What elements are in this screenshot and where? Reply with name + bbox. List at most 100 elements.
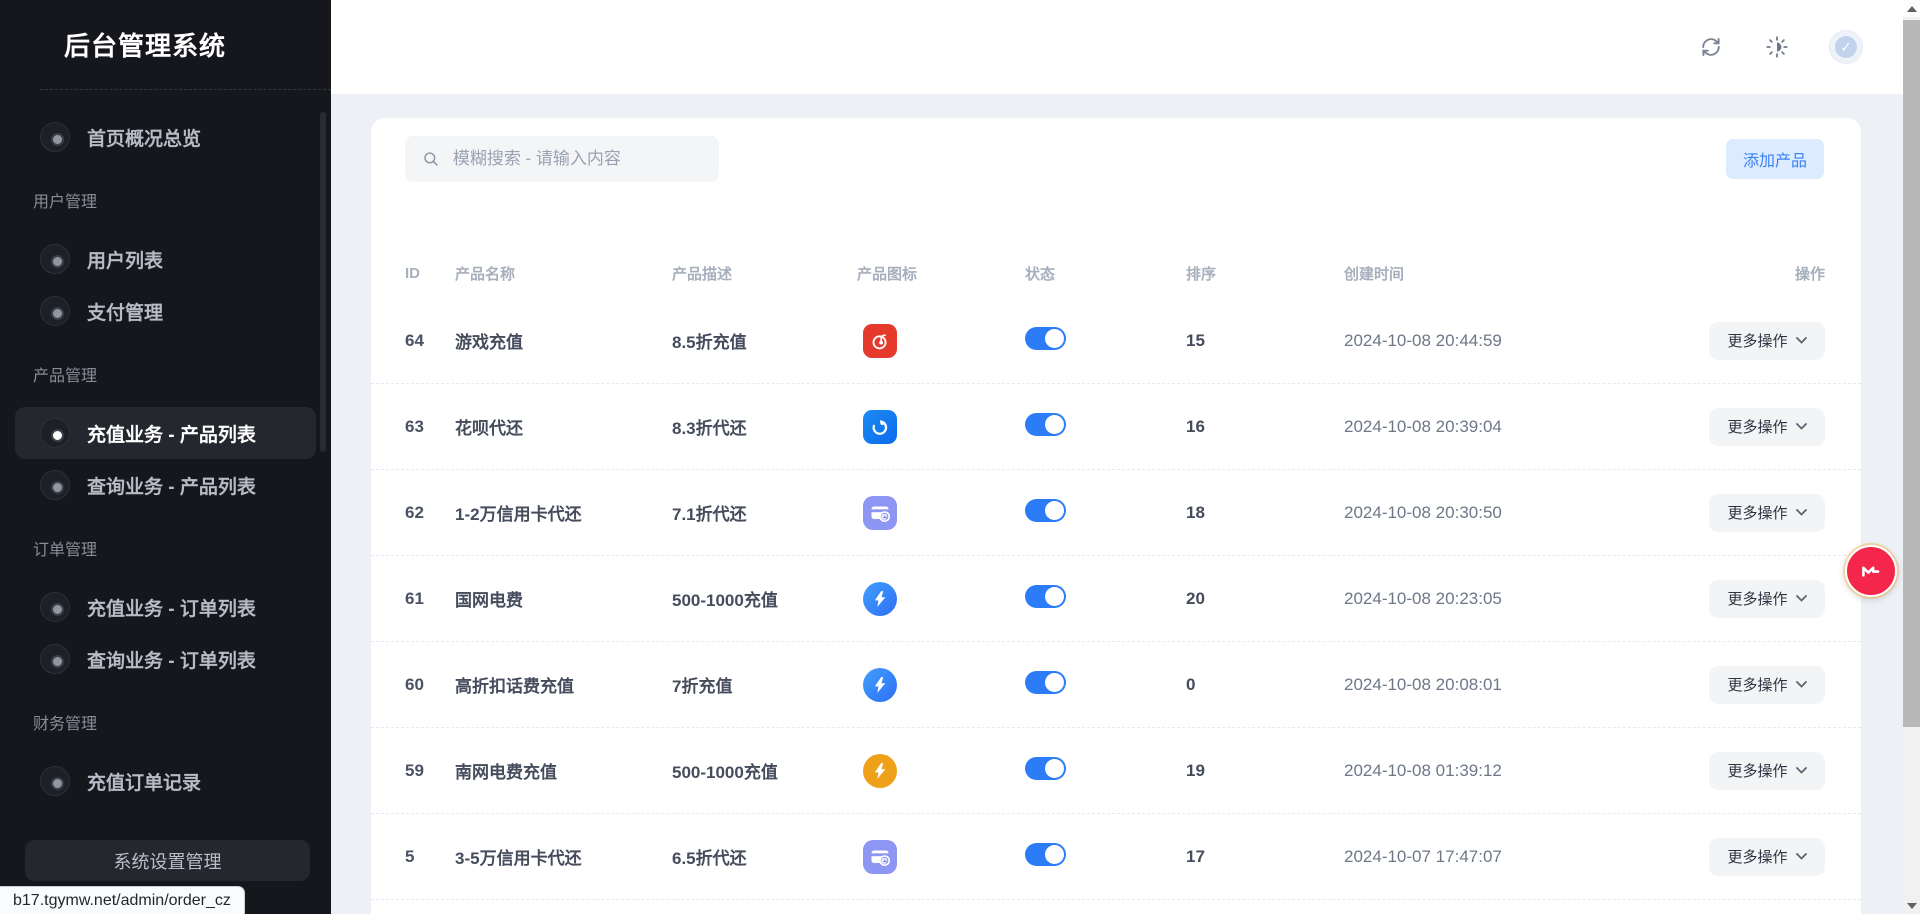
sidebar-item-label: 用户列表 (87, 246, 163, 273)
status-toggle[interactable] (1025, 671, 1066, 694)
table-body: 64 游戏充值 8.5折充值 15 2024-10-08 20:44:59 更多… (371, 298, 1861, 900)
divider (40, 89, 331, 90)
more-actions-label: 更多操作 (1727, 846, 1787, 867)
statusbar-url: b17.tgymw.net/admin/order_cz (0, 886, 245, 914)
section-label-users: 用户管理 (15, 193, 316, 213)
more-actions-button[interactable]: 更多操作 (1709, 322, 1825, 360)
content-card: 添加产品 ID 产品名称 产品描述 产品图标 状态 排序 创建时间 操作 64 … (371, 118, 1861, 914)
section-label-orders: 订单管理 (15, 541, 316, 561)
sidebar-item-query-products[interactable]: 查询业务 - 产品列表 (15, 459, 316, 511)
disc-icon (40, 122, 70, 152)
created-time: 2024-10-08 20:23:05 (1344, 589, 1644, 609)
table-row: 59 南网电费充值 500-1000充值 19 2024-10-08 01:39… (371, 728, 1861, 814)
col-id: ID (405, 265, 455, 282)
more-actions-label: 更多操作 (1727, 416, 1787, 437)
scrollbar-thumb[interactable] (1903, 20, 1920, 727)
check-icon: ✓ (1835, 36, 1857, 58)
sidebar-item-label: 充值订单记录 (87, 768, 201, 795)
more-actions-button[interactable]: 更多操作 (1709, 838, 1825, 876)
product-desc: 8.5折充值 (672, 328, 857, 353)
status-toggle[interactable] (1025, 327, 1066, 350)
product-desc: 500-1000充值 (672, 586, 857, 611)
disc-icon (40, 470, 70, 500)
theme-toggle-icon[interactable] (1763, 33, 1791, 61)
sidebar-item-label: 查询业务 - 订单列表 (87, 646, 256, 673)
sidebar-item-label: 充值业务 - 订单列表 (87, 594, 256, 621)
status-toggle[interactable] (1025, 499, 1066, 522)
chevron-down-icon (1796, 767, 1807, 774)
chevron-down-icon (1796, 681, 1807, 688)
row-id: 62 (405, 503, 455, 523)
section-label-products: 产品管理 (15, 367, 316, 387)
app-title: 后台管理系统 (0, 0, 331, 63)
row-id: 59 (405, 761, 455, 781)
bolt-orange-icon (863, 754, 897, 788)
sidebar-item-label: 查询业务 - 产品列表 (87, 472, 256, 499)
scroll-down-arrow[interactable] (1903, 897, 1920, 914)
row-id: 60 (405, 675, 455, 695)
created-time: 2024-10-08 20:08:01 (1344, 675, 1644, 695)
search-box (405, 136, 719, 182)
credit-card-icon (863, 496, 897, 530)
add-product-button[interactable]: 添加产品 (1726, 139, 1824, 179)
sidebar-item-label: 首页概况总览 (87, 124, 201, 151)
row-id: 61 (405, 589, 455, 609)
row-id: 5 (405, 847, 455, 867)
status-toggle[interactable] (1025, 757, 1066, 780)
huabei-icon (863, 410, 897, 444)
status-toggle[interactable] (1025, 585, 1066, 608)
refresh-icon[interactable] (1697, 33, 1725, 61)
disc-icon (40, 418, 70, 448)
page-scrollbar (1903, 0, 1920, 914)
more-actions-label: 更多操作 (1727, 760, 1787, 781)
sidebar-item-recharge-orders[interactable]: 充值业务 - 订单列表 (15, 581, 316, 633)
section-label-finance: 财务管理 (15, 715, 316, 735)
sidebar-item-payments[interactable]: 支付管理 (15, 285, 316, 337)
table-row: 61 国网电费 500-1000充值 20 2024-10-08 20:23:0… (371, 556, 1861, 642)
music-note-icon (863, 324, 897, 358)
chevron-down-icon (1796, 509, 1807, 516)
search-icon (422, 149, 440, 169)
search-input[interactable] (453, 149, 705, 169)
sidebar-nav: 首页概况总览 用户管理 用户列表 支付管理 产品管理 充值业务 - 产品列表 查… (0, 111, 331, 807)
system-settings-button[interactable]: 系统设置管理 (25, 840, 310, 881)
product-name: 游戏充值 (455, 328, 672, 353)
user-avatar[interactable]: ✓ (1829, 30, 1863, 64)
row-id: 64 (405, 331, 455, 351)
more-actions-button[interactable]: 更多操作 (1709, 666, 1825, 704)
more-actions-label: 更多操作 (1727, 502, 1787, 523)
logo-wave-icon (1858, 558, 1884, 584)
disc-icon (40, 296, 70, 326)
table-row: 5 3-5万信用卡代还 6.5折代还 17 2024-10-07 17:47:0… (371, 814, 1861, 900)
sort-value: 20 (1186, 589, 1344, 609)
more-actions-button[interactable]: 更多操作 (1709, 494, 1825, 532)
status-toggle[interactable] (1025, 843, 1066, 866)
sidebar-item-dashboard[interactable]: 首页概况总览 (15, 111, 316, 163)
scroll-up-arrow[interactable] (1903, 0, 1920, 17)
col-name: 产品名称 (455, 263, 672, 284)
top-header: ✓ (331, 0, 1903, 94)
sidebar-item-recharge-records[interactable]: 充值订单记录 (15, 755, 316, 807)
product-name: 3-5万信用卡代还 (455, 844, 672, 869)
disc-icon (40, 592, 70, 622)
more-actions-label: 更多操作 (1727, 330, 1787, 351)
sidebar-scrollbar-thumb[interactable] (320, 112, 326, 452)
sort-value: 16 (1186, 417, 1344, 437)
product-desc: 7折充值 (672, 672, 857, 697)
sidebar-item-query-orders[interactable]: 查询业务 - 订单列表 (15, 633, 316, 685)
product-desc: 500-1000充值 (672, 758, 857, 783)
created-time: 2024-10-08 20:30:50 (1344, 503, 1644, 523)
status-toggle[interactable] (1025, 413, 1066, 436)
sidebar-item-recharge-products[interactable]: 充值业务 - 产品列表 (15, 407, 316, 459)
product-name: 花呗代还 (455, 414, 672, 439)
col-sort: 排序 (1186, 263, 1344, 284)
more-actions-button[interactable]: 更多操作 (1709, 408, 1825, 446)
more-actions-button[interactable]: 更多操作 (1709, 752, 1825, 790)
sidebar-item-user-list[interactable]: 用户列表 (15, 233, 316, 285)
floating-logo-button[interactable] (1845, 545, 1897, 597)
sort-value: 19 (1186, 761, 1344, 781)
table-row: 60 高折扣话费充值 7折充值 0 2024-10-08 20:08:01 更多… (371, 642, 1861, 728)
disc-icon (40, 244, 70, 274)
more-actions-button[interactable]: 更多操作 (1709, 580, 1825, 618)
product-name: 高折扣话费充值 (455, 672, 672, 697)
